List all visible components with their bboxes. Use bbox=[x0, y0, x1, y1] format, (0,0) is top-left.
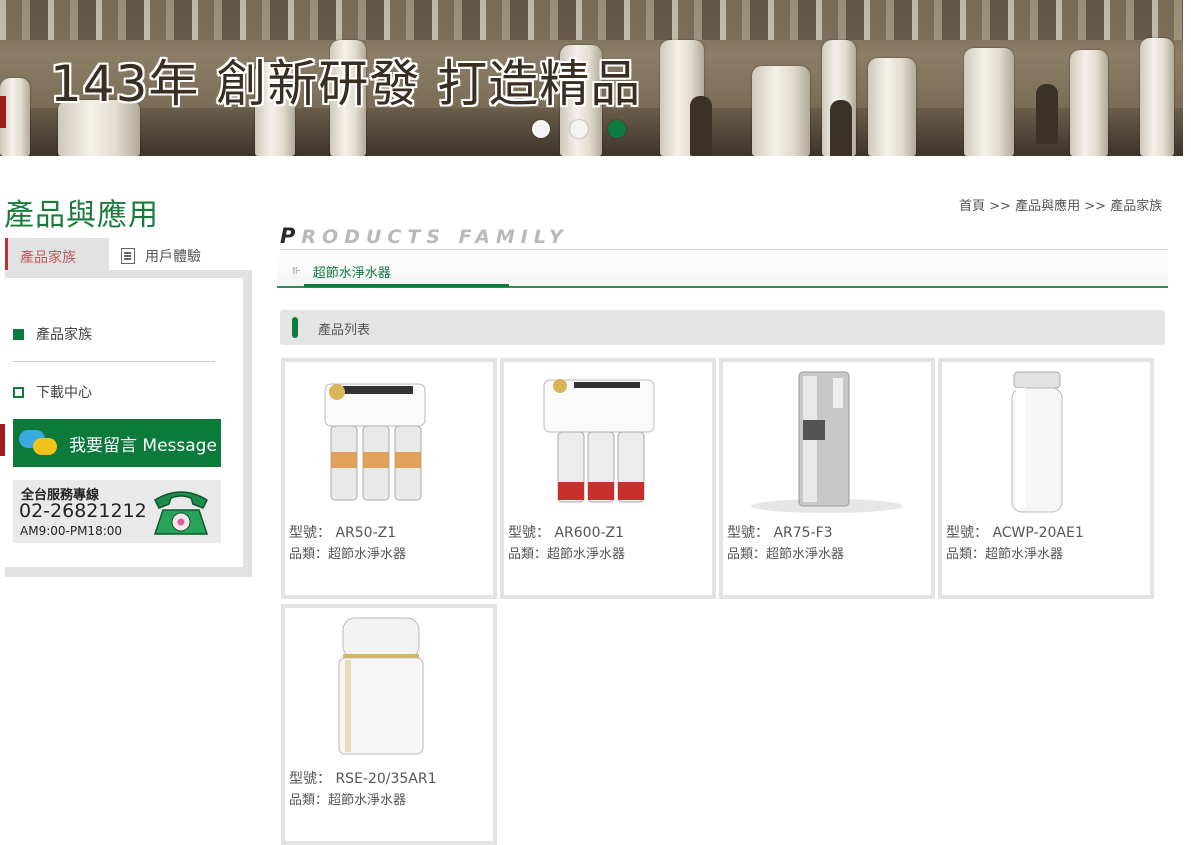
leave-message-button[interactable]: 我要留言 Message bbox=[13, 419, 221, 467]
sidebar-panel: 產品家族 下載中心 我要留言 Message 全台服務專線 02-2682121… bbox=[5, 270, 252, 577]
hotline-phone: 02-26821212 bbox=[19, 500, 147, 522]
heading-rule bbox=[280, 249, 1168, 250]
breadcrumb-separator: >> bbox=[989, 199, 1011, 214]
header-marker bbox=[292, 317, 298, 338]
banner-worker bbox=[690, 96, 712, 156]
banner-tank bbox=[868, 58, 916, 156]
product-category: 品類：超節水淨水器 bbox=[727, 547, 845, 562]
breadcrumb-home[interactable]: 首頁 bbox=[959, 199, 985, 214]
breadcrumb: 首頁 >> 產品與應用 >> 產品家族 bbox=[959, 195, 1162, 214]
sidebar-inner: 產品家族 下載中心 我要留言 Message 全台服務專線 02-2682121… bbox=[5, 278, 243, 567]
carousel-dots bbox=[532, 120, 626, 138]
tab-label: 產品家族 bbox=[20, 250, 76, 266]
divider bbox=[13, 361, 215, 362]
category-tab-bar bbox=[277, 252, 1168, 288]
telephone-icon bbox=[153, 491, 209, 535]
banner-tank bbox=[1070, 50, 1108, 156]
product-list-title: 產品列表 bbox=[318, 323, 371, 338]
product-model: 型號： AR75-F3 bbox=[727, 525, 833, 541]
leave-message-label: 我要留言 Message bbox=[69, 435, 217, 456]
product-category: 品類：超節水淨水器 bbox=[946, 547, 1064, 562]
banner-tank bbox=[752, 66, 810, 156]
ro-filter-unit-icon bbox=[324, 383, 426, 501]
product-category: 品類：超節水淨水器 bbox=[289, 793, 407, 808]
tab-user-experience[interactable]: 用戶體驗 bbox=[121, 246, 201, 266]
active-tab-underline bbox=[304, 284, 509, 287]
tab-label: 用戶體驗 bbox=[145, 249, 201, 265]
section-title: 產品與應用 bbox=[4, 198, 159, 233]
banner-worker bbox=[1036, 84, 1058, 144]
banner-tank bbox=[1140, 38, 1174, 156]
category-tab-water-purifier[interactable]: ⊪ 超節水淨水器 bbox=[292, 262, 391, 281]
product-card-acwp-20ae1[interactable]: 型號： ACWP-20AE1 品類：超節水淨水器 bbox=[938, 358, 1154, 599]
sidebar-item-label: 下載中心 bbox=[36, 385, 92, 401]
banner-worker bbox=[830, 100, 852, 156]
sidebar-item-download-center[interactable]: 下載中心 bbox=[13, 382, 92, 402]
product-card-rse-20-35ar1[interactable]: 型號： RSE-20/35AR1 品類：超節水淨水器 bbox=[281, 604, 497, 845]
carousel-dot-2[interactable] bbox=[570, 120, 588, 138]
service-hotline: 全台服務專線 02-26821212 AM9:00-PM18:00 bbox=[13, 480, 221, 543]
tab-product-family[interactable]: 產品家族 bbox=[5, 238, 109, 270]
chat-bubbles-icon bbox=[19, 428, 63, 458]
sidebar-tabs: 產品家族 用戶體驗 bbox=[5, 238, 252, 270]
breadcrumb-separator: >> bbox=[1084, 199, 1107, 214]
outline-square-icon bbox=[13, 386, 24, 398]
banner-factory-ceiling bbox=[0, 0, 1183, 40]
product-card-ar50-z1[interactable]: 型號： AR50-Z1 品類：超節水淨水器 bbox=[281, 358, 497, 599]
tab-arrow-icon: ⊪ bbox=[292, 266, 301, 277]
hotline-hours: AM9:00-PM18:00 bbox=[20, 524, 123, 538]
products-family-heading: PRODUCTS FAMILY bbox=[280, 224, 569, 248]
heading-initial: P bbox=[280, 224, 302, 248]
softener-cabinet-icon bbox=[338, 617, 424, 755]
product-category: 品類：超節水淨水器 bbox=[289, 547, 407, 562]
softener-tank-icon bbox=[1011, 371, 1063, 513]
filled-square-icon bbox=[13, 328, 24, 340]
carousel-dot-1[interactable] bbox=[532, 120, 550, 138]
banner-tank bbox=[964, 48, 1014, 156]
product-model: 型號： AR600-Z1 bbox=[508, 525, 625, 541]
ro-filter-unit-icon bbox=[543, 379, 655, 503]
breadcrumb-product-family[interactable]: 產品家族 bbox=[1110, 199, 1162, 214]
product-model: 型號： RSE-20/35AR1 bbox=[289, 771, 437, 787]
category-tab-label: 超節水淨水器 bbox=[312, 266, 391, 281]
water-dispenser-icon bbox=[751, 371, 903, 513]
sidebar-item-label: 產品家族 bbox=[36, 327, 92, 343]
hero-banner: 143年 創新研發 打造精品 bbox=[0, 0, 1183, 156]
breadcrumb-products-applications[interactable]: 產品與應用 bbox=[1015, 199, 1080, 214]
product-model: 型號： AR50-Z1 bbox=[289, 525, 397, 541]
sidebar-item-product-family[interactable]: 產品家族 bbox=[13, 324, 92, 344]
document-icon bbox=[121, 248, 135, 264]
edge-marker bbox=[0, 96, 6, 128]
heading-rest: RODUCTS FAMILY bbox=[301, 226, 569, 248]
product-card-ar600-z1[interactable]: 型號： AR600-Z1 品類：超節水淨水器 bbox=[500, 358, 716, 599]
product-model: 型號： ACWP-20AE1 bbox=[946, 525, 1084, 541]
product-category: 品類：超節水淨水器 bbox=[508, 547, 626, 562]
banner-headline: 143年 創新研發 打造精品 bbox=[50, 55, 642, 113]
product-list-header: 產品列表 bbox=[280, 310, 1165, 345]
product-card-ar75-f3[interactable]: 型號： AR75-F3 品類：超節水淨水器 bbox=[719, 358, 935, 599]
carousel-dot-3[interactable] bbox=[608, 120, 626, 138]
